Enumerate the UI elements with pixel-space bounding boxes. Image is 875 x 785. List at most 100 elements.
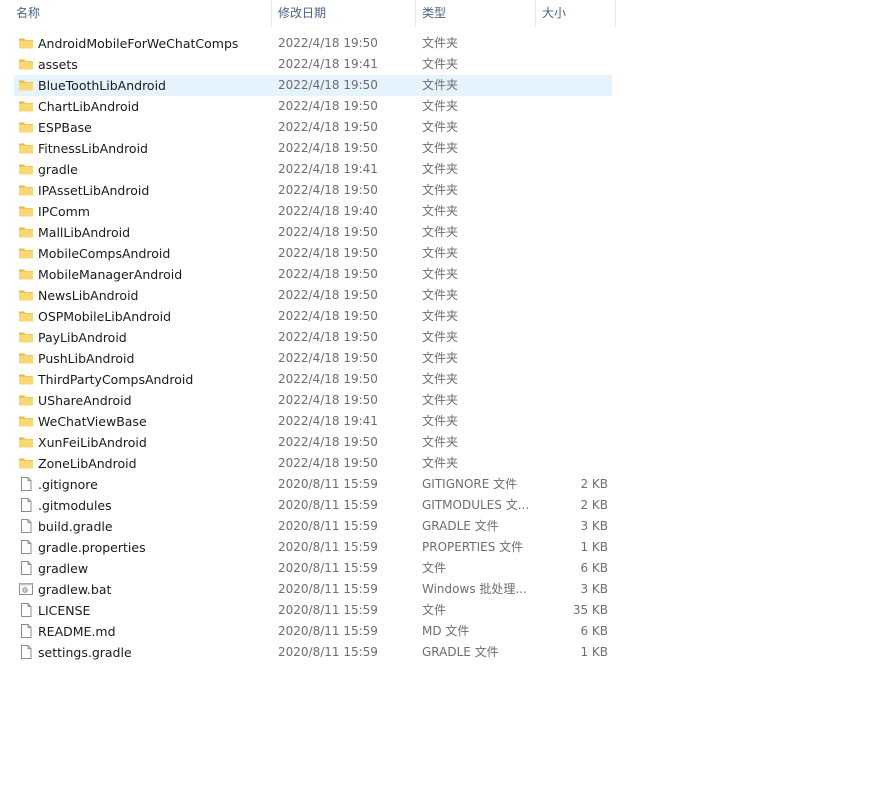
file-icon (18, 644, 34, 660)
item-name: README.md (38, 624, 116, 639)
item-type: GITIGNORE 文件 (422, 477, 518, 491)
item-modified-date: 2022/4/18 19:41 (278, 414, 378, 428)
folder-icon (18, 182, 34, 198)
item-type: 文件夹 (422, 57, 459, 71)
folder-icon (18, 77, 34, 93)
column-resize-handle[interactable] (615, 0, 616, 27)
column-header-size[interactable]: 大小 (536, 0, 616, 27)
item-modified-date: 2022/4/18 19:41 (278, 162, 378, 176)
item-modified-date: 2020/8/11 15:59 (278, 498, 378, 512)
folder-item[interactable]: ESPBase 2022/4/18 19:50 文件夹 (14, 117, 612, 138)
item-modified-date: 2020/8/11 15:59 (278, 540, 378, 554)
file-item[interactable]: build.gradle 2020/8/11 15:59 GRADLE 文件 3… (14, 516, 612, 537)
folder-icon (18, 56, 34, 72)
file-icon (18, 497, 34, 513)
item-name: assets (38, 57, 78, 72)
item-type: 文件夹 (422, 435, 459, 449)
item-modified-date: 2020/8/11 15:59 (278, 582, 378, 596)
folder-item[interactable]: UShareAndroid 2022/4/18 19:50 文件夹 (14, 390, 612, 411)
item-modified-date: 2022/4/18 19:50 (278, 36, 378, 50)
item-type: 文件夹 (422, 246, 459, 260)
item-modified-date: 2020/8/11 15:59 (278, 477, 378, 491)
item-modified-date: 2022/4/18 19:50 (278, 225, 378, 239)
item-name: gradlew (38, 561, 89, 576)
item-type: GRADLE 文件 (422, 519, 499, 533)
folder-item[interactable]: assets 2022/4/18 19:41 文件夹 (14, 54, 612, 75)
item-name: ChartLibAndroid (38, 99, 140, 114)
item-type: 文件夹 (422, 204, 459, 218)
batch-file-icon (18, 581, 34, 597)
item-type: 文件夹 (422, 309, 459, 323)
item-type: PROPERTIES 文件 (422, 540, 524, 554)
item-type: 文件夹 (422, 120, 459, 134)
file-list: AndroidMobileForWeChatComps 2022/4/18 19… (0, 33, 616, 663)
folder-icon (18, 434, 34, 450)
item-modified-date: 2022/4/18 19:50 (278, 99, 378, 113)
item-modified-date: 2020/8/11 15:59 (278, 561, 378, 575)
item-type: 文件夹 (422, 267, 459, 281)
item-type: 文件夹 (422, 330, 459, 344)
item-type: 文件夹 (422, 225, 459, 239)
folder-icon (18, 203, 34, 219)
item-type: 文件夹 (422, 162, 459, 176)
folder-item[interactable]: IPAssetLibAndroid 2022/4/18 19:50 文件夹 (14, 180, 612, 201)
item-type: MD 文件 (422, 624, 470, 638)
item-name: .gitignore (38, 477, 98, 492)
file-item[interactable]: LICENSE 2020/8/11 15:59 文件 35 KB (14, 600, 612, 621)
item-name: FitnessLibAndroid (38, 141, 148, 156)
item-name: MallLibAndroid (38, 225, 131, 240)
folder-item[interactable]: WeChatViewBase 2022/4/18 19:41 文件夹 (14, 411, 612, 432)
folder-item[interactable]: OSPMobileLibAndroid 2022/4/18 19:50 文件夹 (14, 306, 612, 327)
item-name: WeChatViewBase (38, 414, 147, 429)
item-modified-date: 2022/4/18 19:50 (278, 330, 378, 344)
folder-item[interactable]: PayLibAndroid 2022/4/18 19:50 文件夹 (14, 327, 612, 348)
folder-item[interactable]: ChartLibAndroid 2022/4/18 19:50 文件夹 (14, 96, 612, 117)
item-name: AndroidMobileForWeChatComps (38, 36, 239, 51)
item-type: 文件 (422, 603, 447, 617)
item-modified-date: 2022/4/18 19:50 (278, 267, 378, 281)
item-name: OSPMobileLibAndroid (38, 309, 172, 324)
item-type: 文件夹 (422, 99, 459, 113)
file-icon (18, 623, 34, 639)
folder-item[interactable]: BlueToothLibAndroid 2022/4/18 19:50 文件夹 (14, 75, 612, 96)
folder-item[interactable]: NewsLibAndroid 2022/4/18 19:50 文件夹 (14, 285, 612, 306)
item-modified-date: 2022/4/18 19:41 (278, 57, 378, 71)
item-name: MobileCompsAndroid (38, 246, 171, 261)
folder-item[interactable]: MallLibAndroid 2022/4/18 19:50 文件夹 (14, 222, 612, 243)
file-item[interactable]: gradlew.bat 2020/8/11 15:59 Windows 批处理.… (14, 579, 612, 600)
folder-item[interactable]: AndroidMobileForWeChatComps 2022/4/18 19… (14, 33, 612, 54)
item-size: 1 KB (580, 645, 608, 659)
folder-item[interactable]: MobileManagerAndroid 2022/4/18 19:50 文件夹 (14, 264, 612, 285)
item-modified-date: 2022/4/18 19:50 (278, 288, 378, 302)
folder-item[interactable]: FitnessLibAndroid 2022/4/18 19:50 文件夹 (14, 138, 612, 159)
item-type: GRADLE 文件 (422, 645, 499, 659)
item-modified-date: 2022/4/18 19:50 (278, 183, 378, 197)
file-icon (18, 602, 34, 618)
file-item[interactable]: settings.gradle 2020/8/11 15:59 GRADLE 文… (14, 642, 612, 663)
item-modified-date: 2022/4/18 19:50 (278, 141, 378, 155)
folder-item[interactable]: XunFeiLibAndroid 2022/4/18 19:50 文件夹 (14, 432, 612, 453)
item-name: build.gradle (38, 519, 113, 534)
item-size: 2 KB (580, 477, 608, 491)
column-header-date[interactable]: 修改日期 (272, 0, 416, 27)
column-header-type[interactable]: 类型 (416, 0, 536, 27)
item-size: 6 KB (580, 624, 608, 638)
item-name: PayLibAndroid (38, 330, 127, 345)
file-item[interactable]: gradle.properties 2020/8/11 15:59 PROPER… (14, 537, 612, 558)
folder-icon (18, 308, 34, 324)
file-item[interactable]: README.md 2020/8/11 15:59 MD 文件 6 KB (14, 621, 612, 642)
item-modified-date: 2020/8/11 15:59 (278, 645, 378, 659)
folder-icon (18, 350, 34, 366)
folder-item[interactable]: ZoneLibAndroid 2022/4/18 19:50 文件夹 (14, 453, 612, 474)
file-item[interactable]: .gitmodules 2020/8/11 15:59 GITMODULES 文… (14, 495, 612, 516)
folder-item[interactable]: ThirdPartyCompsAndroid 2022/4/18 19:50 文… (14, 369, 612, 390)
file-item[interactable]: .gitignore 2020/8/11 15:59 GITIGNORE 文件 … (14, 474, 612, 495)
item-modified-date: 2020/8/11 15:59 (278, 519, 378, 533)
item-name: gradlew.bat (38, 582, 112, 597)
folder-item[interactable]: IPComm 2022/4/18 19:40 文件夹 (14, 201, 612, 222)
folder-item[interactable]: PushLibAndroid 2022/4/18 19:50 文件夹 (14, 348, 612, 369)
folder-item[interactable]: MobileCompsAndroid 2022/4/18 19:50 文件夹 (14, 243, 612, 264)
folder-item[interactable]: gradle 2022/4/18 19:41 文件夹 (14, 159, 612, 180)
file-item[interactable]: gradlew 2020/8/11 15:59 文件 6 KB (14, 558, 612, 579)
column-header-name[interactable]: 名称 ^ (10, 0, 272, 27)
